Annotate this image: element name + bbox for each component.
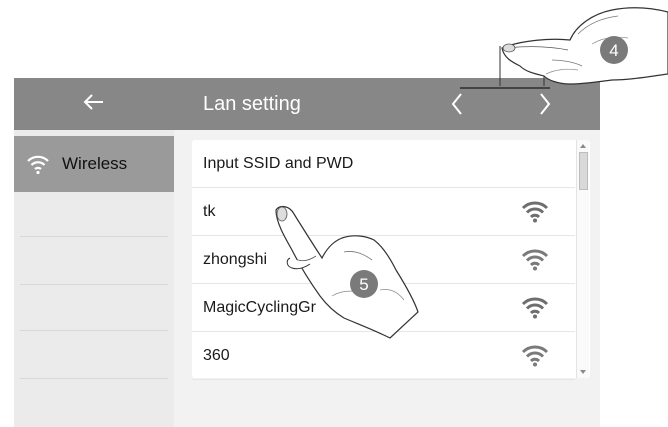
divider [20, 378, 168, 379]
arrow-left-icon[interactable] [80, 88, 108, 116]
wifi-signal-icon [521, 345, 549, 367]
scrollbar-thumb[interactable] [579, 152, 588, 190]
divider [20, 330, 168, 331]
list-item-label: tk [203, 203, 216, 220]
chevron-left-icon[interactable] [446, 90, 468, 118]
wifi-signal-icon [521, 201, 549, 223]
sidebar-item-label: Wireless [62, 154, 128, 173]
list-item-input-ssid[interactable]: Input SSID and PWD [192, 140, 575, 188]
sidebar: Wireless [14, 78, 174, 427]
sidebar-item-wireless[interactable]: Wireless [14, 136, 174, 192]
sidebar-header [14, 78, 174, 130]
list-item-label: zhongshi [203, 251, 268, 268]
pointing-hand-icon: 4 [501, 7, 668, 85]
wifi-signal-icon [521, 297, 549, 319]
callout-step-4: 4 [609, 41, 618, 60]
divider [20, 236, 168, 237]
scroll-up-icon[interactable] [577, 140, 589, 152]
scrollbar[interactable] [576, 140, 589, 378]
page-title: Lan setting [203, 93, 301, 115]
tapping-hand-icon: 5 [275, 205, 419, 339]
list-item-label: Input SSID and PWD [203, 155, 354, 172]
divider [20, 284, 168, 285]
wifi-icon [27, 155, 49, 175]
scroll-down-icon[interactable] [577, 366, 589, 378]
list-item-label: 360 [203, 347, 230, 364]
wifi-signal-icon [521, 249, 549, 271]
callout-step-5: 5 [359, 275, 368, 294]
